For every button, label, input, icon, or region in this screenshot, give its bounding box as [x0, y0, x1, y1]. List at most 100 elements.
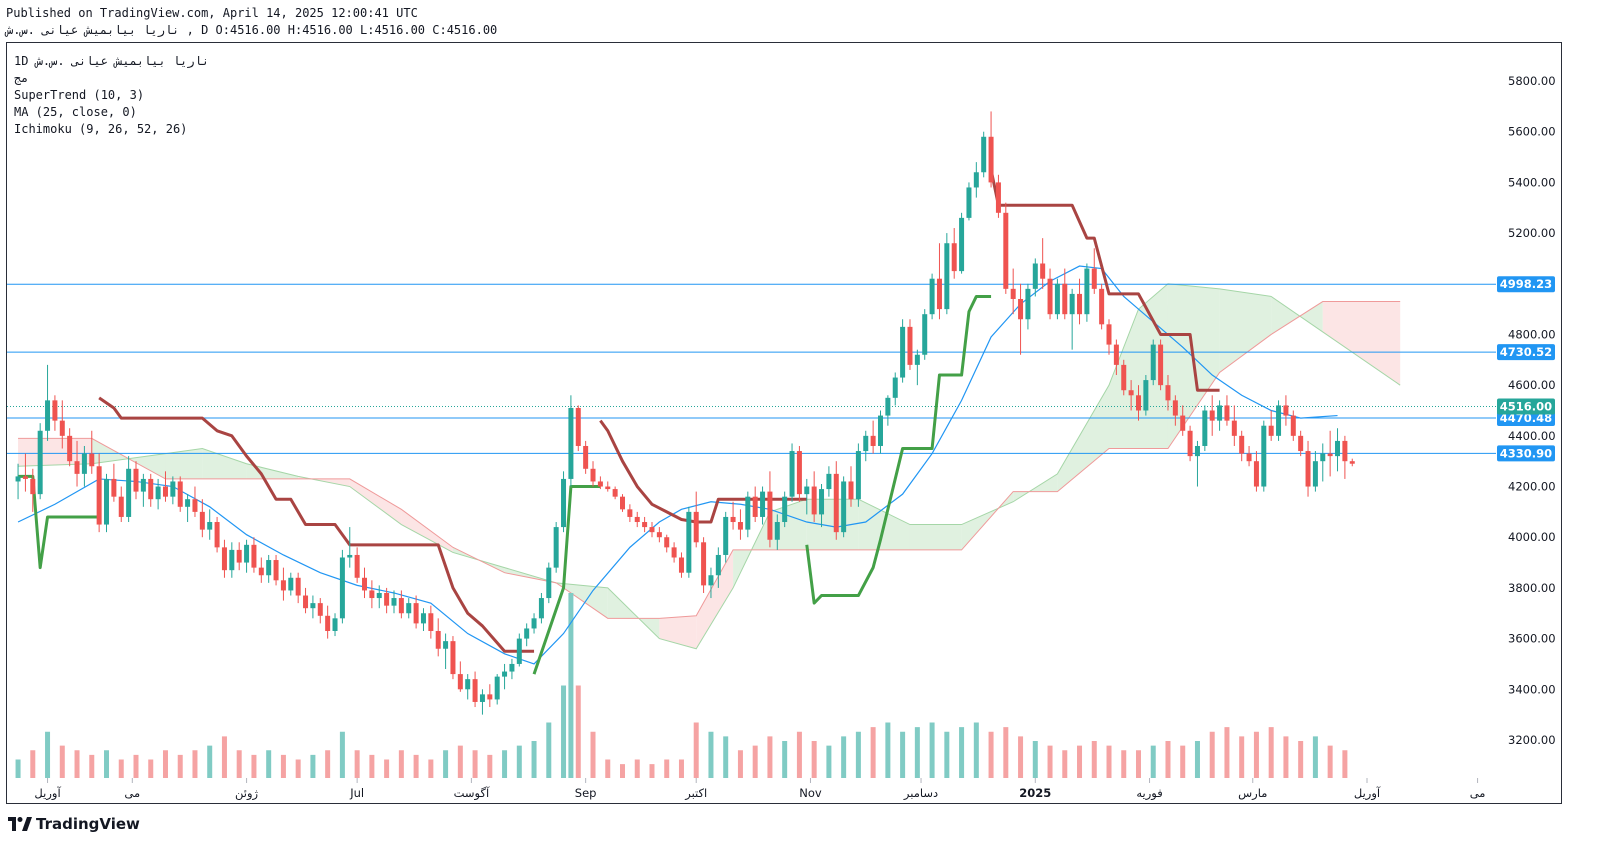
cloud-segment-bullish: [909, 524, 962, 550]
volume-bar: [1298, 741, 1304, 778]
chart-canvas[interactable]: 3200.00 3400.00 3600.00 3800.00 4000.00 4200.…: [0, 0, 1598, 858]
candle-body: [1165, 385, 1171, 401]
candle-body: [1180, 415, 1186, 431]
volume-bar: [1018, 736, 1024, 778]
candle-up: [1217, 400, 1223, 431]
cloud-segment-bullish: [1057, 385, 1110, 492]
legend-symbol[interactable]: 1D ناریا بیابمیش عیانی .س.ش: [14, 53, 209, 70]
candle-body: [391, 598, 397, 606]
candle-up: [420, 608, 426, 631]
candle-body: [715, 554, 721, 576]
candle-body: [701, 542, 707, 586]
candle-up: [1150, 339, 1156, 386]
candle-down: [1003, 202, 1009, 294]
candle-body: [693, 511, 699, 543]
y-tick-label: 5400.00: [1508, 175, 1556, 189]
candle-body: [796, 451, 802, 495]
volume-bar: [1062, 750, 1068, 778]
candle-body: [1283, 405, 1289, 416]
candle-body: [723, 516, 729, 555]
candle-body: [553, 527, 559, 568]
price-label: 4516.00: [1497, 398, 1555, 415]
candle-up: [568, 395, 574, 487]
candle-down: [951, 228, 957, 279]
candle-body: [1305, 451, 1311, 487]
tradingview-logo-icon: [8, 817, 32, 831]
ichimoku-cloud: [18, 283, 1401, 650]
candle-body: [678, 557, 684, 573]
candle-body: [1209, 410, 1215, 421]
candle-down: [487, 684, 493, 708]
candle-down: [450, 636, 456, 680]
volume-bar: [89, 754, 95, 778]
volume-bar: [118, 759, 124, 778]
candle-body: [892, 377, 898, 398]
candle-up: [686, 506, 692, 578]
candle-body: [465, 679, 471, 690]
volume-bar: [1327, 745, 1333, 778]
candle-body: [295, 577, 301, 596]
candle-body: [1290, 415, 1296, 436]
candle-down: [1187, 425, 1193, 462]
candle-body: [546, 567, 552, 599]
candle-up: [745, 491, 751, 538]
legend-ichimoku[interactable]: Ichimoku (9, 26, 52, 26): [14, 121, 209, 138]
volume-bar: [1283, 736, 1289, 778]
volume-bar: [885, 722, 891, 778]
candle-down: [472, 671, 478, 708]
candle-body: [369, 590, 375, 599]
volume-bar: [723, 736, 729, 778]
candle-down: [1018, 283, 1024, 355]
candle-body: [664, 537, 670, 548]
candle-up: [406, 598, 412, 619]
candle-body: [686, 511, 692, 573]
candle-body: [22, 476, 28, 479]
candle-body: [914, 354, 920, 365]
candle-down: [642, 516, 648, 533]
candle-up: [244, 539, 250, 573]
candle-body: [583, 445, 589, 469]
candle-body: [406, 603, 412, 614]
candle-up: [841, 476, 847, 538]
candle-down: [1349, 458, 1355, 467]
candle-body: [929, 278, 935, 315]
candle-down: [1290, 410, 1296, 441]
candle-body: [944, 243, 950, 310]
price-label-text: 4730.52: [1500, 345, 1552, 359]
candle-body: [236, 549, 242, 563]
candle-body: [951, 243, 957, 272]
candle-body: [1231, 420, 1237, 436]
candle-body: [782, 496, 788, 523]
candle-body: [760, 491, 766, 517]
volume-bar: [900, 731, 906, 778]
candle-body: [833, 473, 839, 533]
candle-body: [221, 547, 227, 571]
candle-body: [1084, 268, 1090, 315]
candle-body: [1106, 324, 1112, 345]
candle-up: [465, 674, 471, 700]
candle-body: [199, 511, 205, 530]
candle-body: [804, 486, 810, 495]
legend-ma[interactable]: MA (25, close, 0): [14, 104, 209, 121]
candle-down: [214, 516, 220, 553]
volume-bar: [192, 750, 198, 778]
candle-body: [1099, 288, 1105, 325]
price-label-text: 4998.23: [1500, 277, 1552, 291]
volume-bar: [1121, 750, 1127, 778]
x-tick-label: می: [1470, 786, 1486, 800]
volume-bar: [531, 741, 537, 778]
volume-bar: [811, 741, 817, 778]
candle-up: [1312, 451, 1318, 492]
volume-bar: [546, 722, 552, 778]
candle-body: [398, 598, 404, 614]
candle-body: [774, 522, 780, 540]
legend-supertrend[interactable]: SuperTrend (10, 3): [14, 87, 209, 104]
candle-down: [811, 471, 817, 523]
candle-down: [325, 605, 331, 639]
volume-bar: [782, 741, 788, 778]
candle-body: [597, 481, 603, 487]
candle-body: [1135, 395, 1141, 411]
candle-down: [583, 440, 589, 474]
candle-body: [516, 638, 522, 664]
tradingview-brand[interactable]: TradingView: [8, 815, 140, 833]
